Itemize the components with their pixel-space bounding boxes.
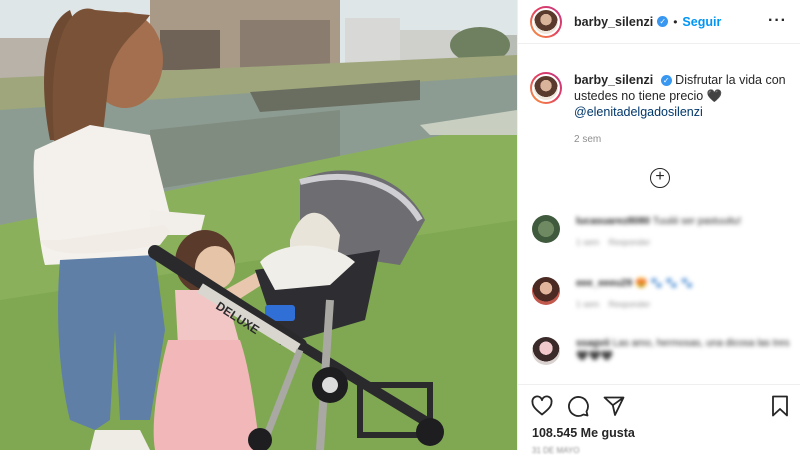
- post-header: barby_silenzi ✓ • Seguir ···: [518, 0, 800, 44]
- post-side-panel: barby_silenzi ✓ • Seguir ··· barby_silen…: [517, 0, 800, 455]
- caption-mention-link[interactable]: @elenitadelgadosilenzi: [574, 105, 703, 119]
- post-date: 31 DE MAYO: [532, 446, 580, 455]
- comment-text: 😍 🐾 🐾 🐾: [634, 278, 694, 289]
- comment-time: 1 sem: [576, 299, 600, 309]
- comment-username[interactable]: lucasuarez8080: [576, 216, 650, 227]
- comment-item: lucasuarez8080 Tuuiiii ser pastuuitu! 1 …: [532, 215, 794, 247]
- caption-time[interactable]: 2 sem: [574, 132, 788, 148]
- comment-body: lucasuarez8080 Tuuiiii ser pastuuitu! 1 …: [576, 215, 741, 247]
- comment-avatar[interactable]: [532, 215, 560, 243]
- comment-avatar[interactable]: [532, 277, 560, 305]
- caption-username[interactable]: barby_silenzi: [574, 73, 653, 87]
- comment-body: eee_eeeu29 😍 🐾 🐾 🐾 1 sem Responder: [576, 277, 693, 309]
- comment-time: 1 sem: [576, 237, 600, 247]
- paper-plane-icon[interactable]: [602, 394, 626, 418]
- comment-item: ssagvii Las amo, hermosas, una dicosa la…: [532, 337, 794, 365]
- post-caption: barby_silenzi ✓ Disfrutar la vida con us…: [530, 72, 792, 148]
- actions-divider: [518, 384, 800, 385]
- caption-verified-icon: ✓: [660, 75, 672, 87]
- instagram-post: DELUXE barby_silenzi ✓ • Seguir ··· barb…: [0, 0, 800, 455]
- caption-body: barby_silenzi ✓ Disfrutar la vida con us…: [574, 72, 788, 148]
- photo-illustration: DELUXE: [0, 0, 517, 450]
- separator-dot: •: [673, 14, 678, 29]
- comment-text: Las amo, hermosas, una dicosa las tres: [612, 338, 790, 349]
- follow-button[interactable]: Seguir: [682, 15, 721, 29]
- post-photo[interactable]: DELUXE: [0, 0, 517, 450]
- comment-reply-button[interactable]: Responder: [609, 299, 651, 309]
- more-options-icon[interactable]: ···: [768, 12, 787, 30]
- load-more-comments-icon[interactable]: +: [650, 168, 670, 188]
- comment-text: Tuuiiii ser pastuuitu!: [652, 216, 742, 227]
- comment-username[interactable]: ssagvii: [576, 338, 610, 349]
- author-username[interactable]: barby_silenzi: [574, 15, 653, 29]
- comment-bubble-icon[interactable]: [566, 394, 590, 418]
- bookmark-icon[interactable]: [768, 394, 792, 418]
- comment-item: eee_eeeu29 😍 🐾 🐾 🐾 1 sem Responder: [532, 277, 794, 309]
- comment-reply-button[interactable]: Responder: [609, 237, 651, 247]
- comment-body: ssagvii Las amo, hermosas, una dicosa la…: [576, 337, 789, 365]
- comment-text-continued: 🖤🖤🖤: [576, 351, 614, 362]
- caption-author-avatar[interactable]: [530, 72, 562, 104]
- likes-count[interactable]: 108.545 Me gusta: [532, 426, 635, 440]
- post-actions: [530, 394, 792, 418]
- verified-badge-icon: ✓: [657, 16, 669, 27]
- comment-avatar[interactable]: [532, 337, 560, 365]
- comment-username[interactable]: eee_eeeu29: [576, 278, 632, 289]
- author-avatar[interactable]: [530, 5, 562, 38]
- heart-icon[interactable]: [530, 394, 554, 418]
